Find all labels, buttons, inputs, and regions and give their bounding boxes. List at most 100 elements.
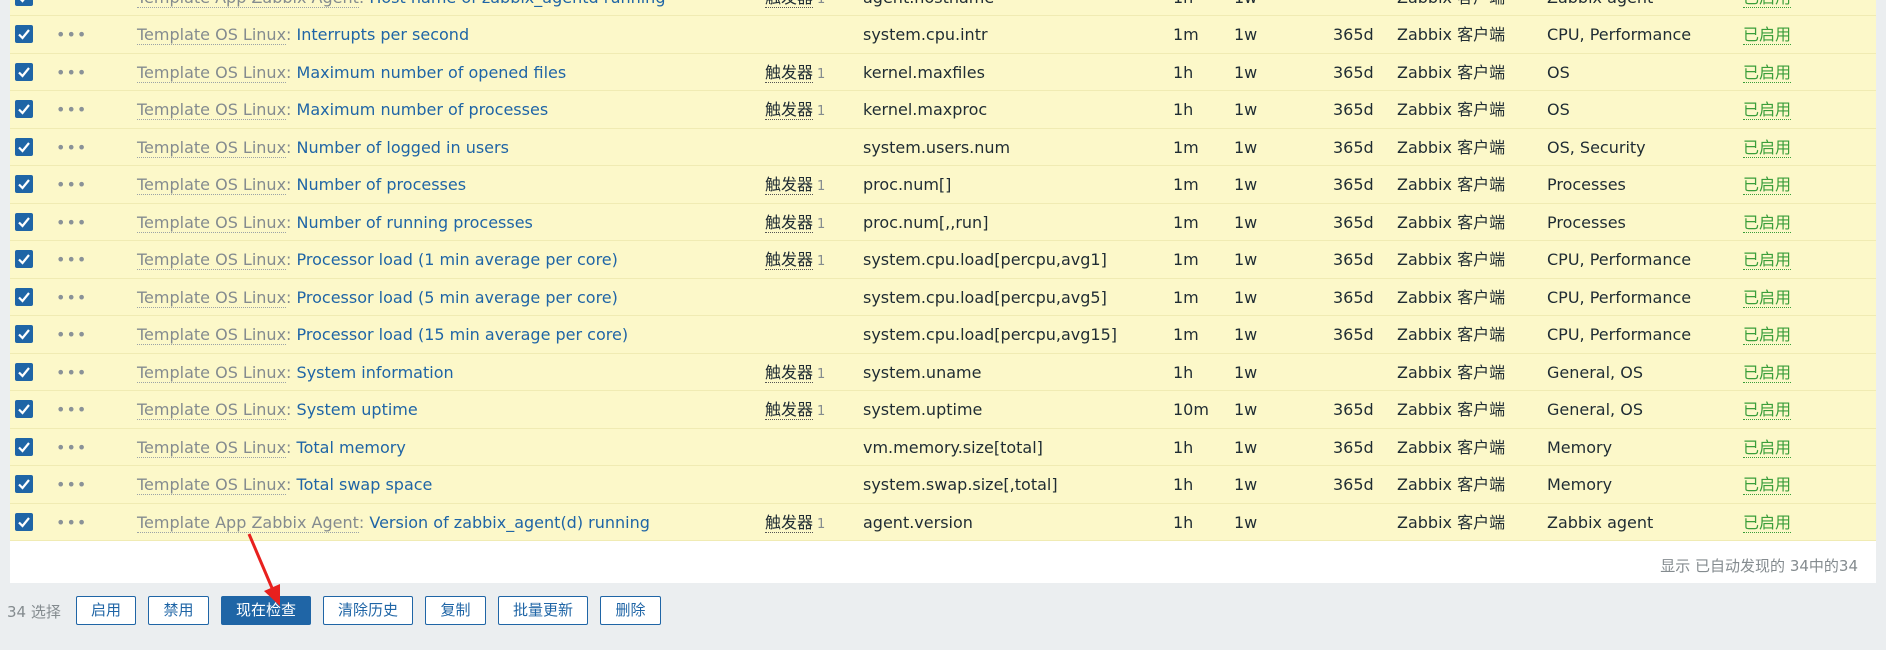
item-name-link[interactable]: System information <box>297 363 454 382</box>
status-toggle[interactable]: 已启用 <box>1743 438 1792 458</box>
row-menu-icon[interactable]: ••• <box>56 54 87 92</box>
row-checkbox[interactable] <box>15 100 33 118</box>
row-menu-icon[interactable]: ••• <box>56 204 87 242</box>
item-trends: 365d <box>1333 475 1374 494</box>
status-toggle[interactable]: 已启用 <box>1743 63 1792 83</box>
template-link[interactable]: Template OS Linux <box>137 476 287 495</box>
table-row: ••• Template OS Linux: Interrupts per sec… <box>10 16 1876 54</box>
item-name-link[interactable]: Number of processes <box>297 175 467 194</box>
row-menu-icon[interactable]: ••• <box>56 91 87 129</box>
template-link[interactable]: Template OS Linux <box>137 288 287 308</box>
triggers-link[interactable]: 触发器 <box>765 401 814 420</box>
mass-update-button[interactable]: 批量更新 <box>498 596 588 625</box>
template-link[interactable]: Template OS Linux <box>137 26 287 45</box>
status-toggle[interactable]: 已启用 <box>1743 0 1792 8</box>
template-link[interactable]: Template OS Linux <box>137 213 287 233</box>
status-toggle[interactable]: 已启用 <box>1743 326 1792 345</box>
status-toggle[interactable]: 已启用 <box>1743 363 1792 383</box>
status-toggle[interactable]: 已启用 <box>1743 401 1792 420</box>
row-menu-icon[interactable]: ••• <box>56 429 87 467</box>
row-checkbox[interactable] <box>15 475 33 493</box>
check-now-button[interactable]: 现在检查 <box>221 596 311 625</box>
item-name-link[interactable]: Total memory <box>297 438 406 457</box>
triggers-link[interactable]: 触发器 <box>765 176 814 195</box>
item-name-link[interactable]: Number of logged in users <box>297 138 509 157</box>
item-history: 1w <box>1234 100 1258 119</box>
item-name-link[interactable]: Processor load (15 min average per core) <box>297 325 629 344</box>
row-menu-icon[interactable]: ••• <box>56 0 87 15</box>
status-toggle[interactable]: 已启用 <box>1743 26 1792 45</box>
row-checkbox[interactable] <box>15 287 33 306</box>
item-name-link[interactable]: Processor load (1 min average per core) <box>297 250 618 269</box>
template-link[interactable]: Template OS Linux <box>137 401 287 420</box>
status-toggle[interactable]: 已启用 <box>1743 288 1792 308</box>
template-link[interactable]: Template OS Linux <box>137 363 287 383</box>
triggers-link[interactable]: 触发器 <box>765 213 814 233</box>
row-checkbox[interactable] <box>15 175 33 193</box>
row-checkbox[interactable] <box>15 400 33 418</box>
row-menu-icon[interactable]: ••• <box>56 354 87 392</box>
row-menu-icon[interactable]: ••• <box>56 466 87 504</box>
status-toggle[interactable]: 已启用 <box>1743 101 1792 120</box>
status-toggle[interactable]: 已启用 <box>1743 176 1792 195</box>
row-checkbox[interactable] <box>15 25 33 43</box>
template-link[interactable]: Template OS Linux <box>137 63 287 83</box>
enable-button[interactable]: 启用 <box>76 596 136 625</box>
triggers-link[interactable]: 触发器 <box>765 63 814 83</box>
item-name-link[interactable]: Number of running processes <box>297 213 533 232</box>
status-toggle[interactable]: 已启用 <box>1743 251 1792 270</box>
row-checkbox[interactable] <box>15 62 33 81</box>
row-checkbox[interactable] <box>15 325 33 343</box>
item-history: 1w <box>1234 475 1258 494</box>
template-link[interactable]: Template OS Linux <box>137 326 287 345</box>
item-name-link[interactable]: Processor load (5 min average per core) <box>297 288 618 307</box>
template-link[interactable]: Template App Zabbix Agent <box>137 513 359 533</box>
item-name-link[interactable]: Maximum number of opened files <box>297 63 567 82</box>
template-link[interactable]: Template OS Linux <box>137 176 287 195</box>
checkmark-icon <box>18 29 30 40</box>
item-name-link[interactable]: Host name of zabbix_agentd running <box>369 0 665 7</box>
row-checkbox[interactable] <box>15 212 33 231</box>
item-key: system.cpu.load[percpu,avg1] <box>863 250 1107 269</box>
row-checkbox[interactable] <box>15 512 33 531</box>
item-name-link[interactable]: Version of zabbix_agent(d) running <box>369 513 650 532</box>
status-cell: 已启用 <box>1743 54 1792 92</box>
template-link[interactable]: Template App Zabbix Agent <box>137 0 359 8</box>
row-menu-icon[interactable]: ••• <box>56 241 87 279</box>
disable-button[interactable]: 禁用 <box>148 596 209 625</box>
triggers-link[interactable]: 触发器 <box>765 363 814 383</box>
row-menu-icon[interactable]: ••• <box>56 316 87 354</box>
status-toggle[interactable]: 已启用 <box>1743 476 1792 495</box>
row-menu-icon[interactable]: ••• <box>56 129 87 167</box>
template-link[interactable]: Template OS Linux <box>137 251 287 270</box>
row-menu-icon[interactable]: ••• <box>56 279 87 317</box>
status-toggle[interactable]: 已启用 <box>1743 138 1792 158</box>
item-name-link[interactable]: Maximum number of processes <box>297 100 549 119</box>
table-row: ••• Template OS Linux: Number of running … <box>10 204 1876 242</box>
clear-history-button[interactable]: 清除历史 <box>323 596 413 625</box>
triggers-link[interactable]: 触发器 <box>765 101 814 120</box>
item-name-link[interactable]: Interrupts per second <box>297 25 470 44</box>
triggers-link[interactable]: 触发器 <box>765 0 814 8</box>
row-checkbox[interactable] <box>15 0 33 6</box>
status-toggle[interactable]: 已启用 <box>1743 213 1792 233</box>
item-name-link[interactable]: System uptime <box>297 400 418 419</box>
template-link[interactable]: Template OS Linux <box>137 101 287 120</box>
triggers-link[interactable]: 触发器 <box>765 251 814 270</box>
item-history: 1w <box>1234 287 1258 307</box>
row-menu-icon[interactable]: ••• <box>56 391 87 429</box>
row-checkbox[interactable] <box>15 437 33 456</box>
row-menu-icon[interactable]: ••• <box>56 166 87 204</box>
status-toggle[interactable]: 已启用 <box>1743 513 1792 533</box>
copy-button[interactable]: 复制 <box>425 596 486 625</box>
row-menu-icon[interactable]: ••• <box>56 16 87 54</box>
row-menu-icon[interactable]: ••• <box>56 504 87 542</box>
delete-button[interactable]: 删除 <box>600 596 661 625</box>
template-link[interactable]: Template OS Linux <box>137 138 287 158</box>
row-checkbox[interactable] <box>15 362 33 381</box>
triggers-link[interactable]: 触发器 <box>765 513 814 533</box>
item-name-link[interactable]: Total swap space <box>297 475 433 494</box>
row-checkbox[interactable] <box>15 250 33 268</box>
row-checkbox[interactable] <box>15 137 33 156</box>
template-link[interactable]: Template OS Linux <box>137 438 287 458</box>
